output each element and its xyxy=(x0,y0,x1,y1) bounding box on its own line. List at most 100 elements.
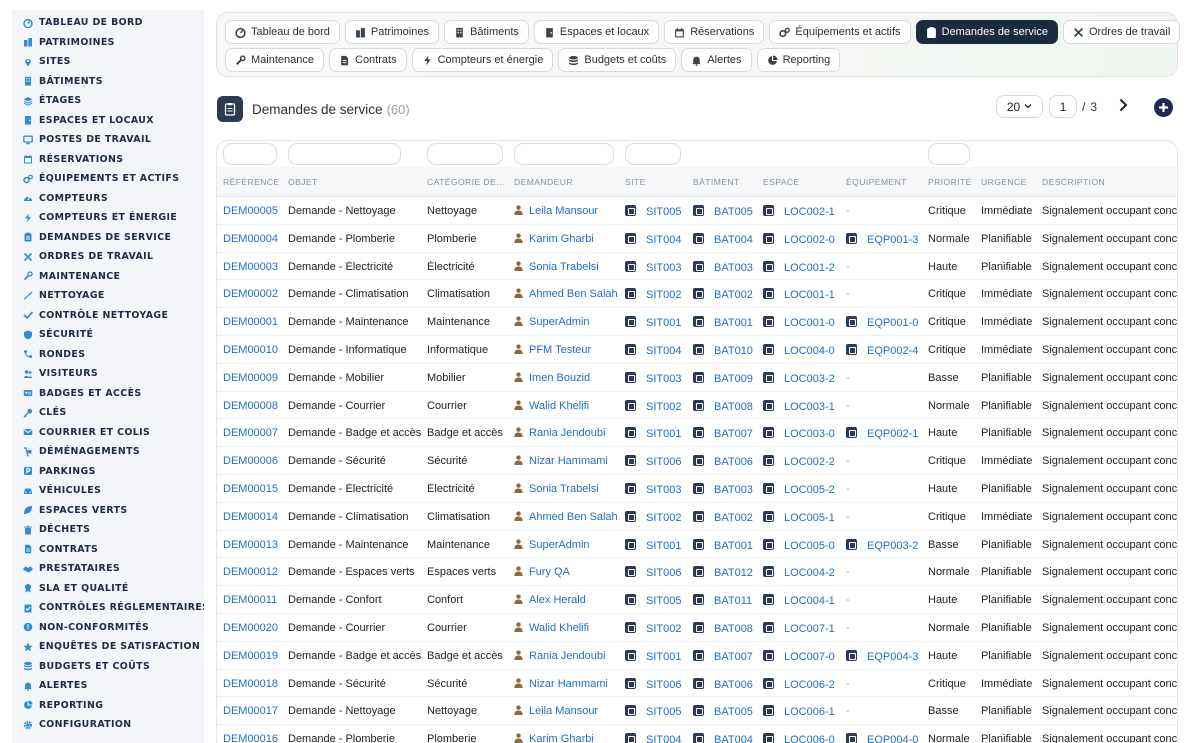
sidebar-item[interactable]: Configuration xyxy=(12,715,204,735)
cell-batiment[interactable]: BAT005 xyxy=(693,205,758,218)
filter-priorite[interactable] xyxy=(928,143,970,165)
table-row[interactable]: DEM00004 Demande - Plomberie Plomberie Kari… xyxy=(217,225,1177,253)
cell-site[interactable]: SIT005 xyxy=(625,594,685,607)
cell-ref-value[interactable]: DEM00015 xyxy=(223,483,278,495)
cell-espace[interactable]: LOC005-2 xyxy=(763,482,841,496)
cell-espace[interactable]: LOC001-2 xyxy=(763,260,841,274)
table-row[interactable]: DEM00011 Demande - Confort Confort Alex Her… xyxy=(217,586,1177,614)
table-row[interactable]: DEM00010 Demande - Informatique Informatiq… xyxy=(217,336,1177,364)
cell-demandeur[interactable]: Alex Herald xyxy=(514,594,622,606)
cell-equipement[interactable]: EQP004-3 xyxy=(846,649,924,663)
sidebar-item[interactable]: Espaces et locaux xyxy=(12,111,204,131)
cell-reference[interactable]: DEM00019 xyxy=(223,650,283,662)
cell-site[interactable]: SIT004 xyxy=(625,343,685,357)
sidebar-item[interactable]: Postes de travail xyxy=(12,130,204,150)
cell-reference[interactable]: DEM00009 xyxy=(223,372,283,384)
cell-site[interactable]: SIT003 xyxy=(625,482,685,496)
cell-demandeur[interactable]: Leila Mansour xyxy=(514,705,622,717)
cell-equipement-value[interactable]: EQP001-0 xyxy=(867,317,918,329)
cell-reference[interactable]: DEM00007 xyxy=(223,427,283,439)
cell-batiment[interactable]: BAT011 xyxy=(693,594,758,607)
cell-espace-value[interactable]: LOC004-0 xyxy=(784,345,835,357)
cell-demandeur[interactable]: SuperAdmin xyxy=(514,539,622,551)
cell-batiment[interactable]: BAT007 xyxy=(693,649,758,663)
cell-reference[interactable]: DEM00003 xyxy=(223,261,283,273)
cell-reference[interactable]: DEM00018 xyxy=(223,678,283,690)
cell-batiment-value[interactable]: BAT011 xyxy=(714,595,752,607)
cell-site-value[interactable]: SIT004 xyxy=(646,734,681,743)
cell-site[interactable]: SIT005 xyxy=(625,705,685,718)
cell-espace-value[interactable]: LOC007-0 xyxy=(784,651,835,663)
sidebar-item[interactable]: Demandes de service xyxy=(12,228,204,248)
next-page-button[interactable] xyxy=(1116,98,1130,112)
column-header[interactable]: ÉQUIPEMENT xyxy=(846,177,924,187)
cell-batiment-value[interactable]: BAT005 xyxy=(714,706,753,718)
cell-batiment-value[interactable]: BAT007 xyxy=(714,651,753,663)
cell-espace-value[interactable]: LOC003-1 xyxy=(784,401,835,413)
sidebar-item[interactable]: Contrôle nettoyage xyxy=(12,306,204,326)
cell-espace-value[interactable]: LOC005-2 xyxy=(784,484,835,496)
cell-espace[interactable]: LOC003-1 xyxy=(763,399,841,413)
cell-equipement[interactable]: EQP001-0 xyxy=(846,316,924,329)
sidebar-item[interactable]: Contrats xyxy=(12,540,204,560)
cell-batiment-value[interactable]: BAT002 xyxy=(714,289,753,301)
cell-site-value[interactable]: SIT002 xyxy=(646,512,681,524)
cell-batiment[interactable]: BAT006 xyxy=(693,455,758,468)
cell-espace-value[interactable]: LOC006-1 xyxy=(784,706,835,718)
cell-demandeur-value[interactable]: SuperAdmin xyxy=(529,316,590,328)
cell-demandeur-value[interactable]: Leila Mansour xyxy=(529,705,598,717)
sidebar-item[interactable]: Ordres de travail xyxy=(12,247,204,267)
cell-batiment[interactable]: BAT002 xyxy=(693,510,758,524)
table-row[interactable]: DEM00014 Demande - Climatisation Climatisa… xyxy=(217,503,1177,531)
cell-ref-value[interactable]: DEM00008 xyxy=(223,400,278,412)
cell-site-value[interactable]: SIT004 xyxy=(646,234,681,246)
cell-equipement[interactable]: EQP004-0 xyxy=(846,733,924,743)
cell-site[interactable]: SIT001 xyxy=(625,427,685,440)
cell-demandeur[interactable]: Nizar Hammami xyxy=(514,455,622,467)
cell-espace-value[interactable]: LOC004-1 xyxy=(784,595,835,607)
cell-equipement-value[interactable]: EQP001-3 xyxy=(867,234,918,246)
table-row[interactable]: DEM00012 Demande - Espaces verts Espaces v… xyxy=(217,558,1177,587)
cell-demandeur-value[interactable]: Fury QA xyxy=(529,566,570,578)
cell-batiment-value[interactable]: BAT007 xyxy=(714,428,753,440)
module-tab[interactable]: Budgets et coûts xyxy=(558,48,677,72)
cell-site-value[interactable]: SIT005 xyxy=(646,706,681,718)
cell-reference[interactable]: DEM00004 xyxy=(223,233,283,245)
cell-espace-value[interactable]: LOC004-2 xyxy=(784,567,835,579)
cell-demandeur-value[interactable]: Sonia Trabelsi xyxy=(529,483,599,495)
table-row[interactable]: DEM00001 Demande - Maintenance Maintenance… xyxy=(217,308,1177,336)
cell-ref-value[interactable]: DEM00020 xyxy=(223,622,278,634)
cell-batiment-value[interactable]: BAT003 xyxy=(714,484,753,496)
cell-batiment[interactable]: BAT005 xyxy=(693,705,758,718)
cell-demandeur[interactable]: Walid Khelifi xyxy=(514,622,622,634)
cell-site-value[interactable]: SIT002 xyxy=(646,289,681,301)
cell-reference[interactable]: DEM00013 xyxy=(223,539,283,551)
filter-categorie[interactable] xyxy=(427,143,503,165)
sidebar-item[interactable]: Bâtiments xyxy=(12,72,204,92)
cell-site-value[interactable]: SIT001 xyxy=(646,317,681,329)
cell-equipement-value[interactable]: EQP004-3 xyxy=(867,651,918,663)
sidebar-item[interactable]: Non-conformités xyxy=(12,618,204,638)
cell-demandeur-value[interactable]: SuperAdmin xyxy=(529,539,590,551)
sidebar-item[interactable]: Étages xyxy=(12,91,204,111)
cell-batiment[interactable]: BAT008 xyxy=(693,621,758,635)
cell-site-value[interactable]: SIT003 xyxy=(646,484,681,496)
cell-espace[interactable]: LOC007-0 xyxy=(763,649,841,663)
column-header[interactable]: ESPACE xyxy=(763,177,841,187)
cell-site-value[interactable]: SIT003 xyxy=(646,262,681,274)
cell-equipement-value[interactable]: EQP004-0 xyxy=(867,734,918,743)
cell-site-value[interactable]: SIT006 xyxy=(646,567,681,579)
cell-espace-value[interactable]: LOC002-2 xyxy=(784,456,835,468)
table-row[interactable]: DEM00013 Demande - Maintenance Maintenance… xyxy=(217,531,1177,559)
sidebar-item[interactable]: Patrimoines xyxy=(12,33,204,53)
cell-espace-value[interactable]: LOC003-2 xyxy=(784,373,835,385)
cell-site[interactable]: SIT005 xyxy=(625,205,685,218)
cell-demandeur[interactable]: Sonia Trabelsi xyxy=(514,483,622,495)
cell-espace-value[interactable]: LOC002-1 xyxy=(784,206,835,218)
cell-reference[interactable]: DEM00005 xyxy=(223,205,283,217)
column-header[interactable]: DESCRIPTION xyxy=(1042,177,1177,187)
sidebar-item[interactable]: Maintenance xyxy=(12,267,204,287)
cell-ref-value[interactable]: DEM00012 xyxy=(223,566,278,578)
cell-reference[interactable]: DEM00015 xyxy=(223,483,283,495)
cell-site-value[interactable]: SIT005 xyxy=(646,595,681,607)
